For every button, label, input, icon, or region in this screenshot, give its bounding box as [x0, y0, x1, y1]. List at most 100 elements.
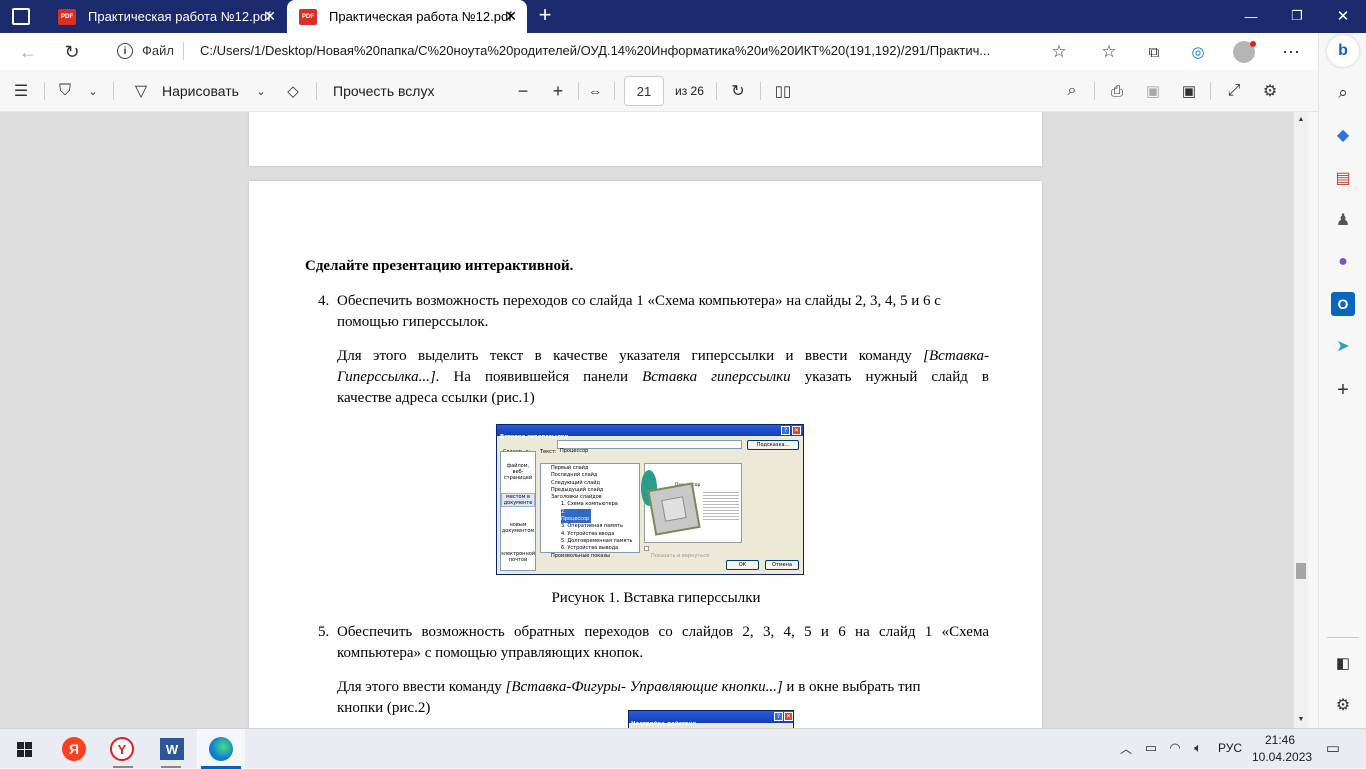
- figure-caption: Рисунок 1. Вставка гиперссылки: [551, 590, 761, 606]
- page-heading: Сделайте презентацию интерактивной.: [305, 258, 574, 274]
- draw-button[interactable]: Нарисовать: [162, 83, 239, 99]
- start-icon[interactable]: [0, 729, 48, 769]
- figure-hyperlink-dialog: Вставка гиперссылки ? ✕ Связать с: Текст…: [496, 424, 804, 575]
- tree-item: Последний слайд: [551, 472, 598, 479]
- search-icon[interactable]: ⌕: [1331, 81, 1355, 105]
- print-icon[interactable]: ⎙: [1106, 80, 1128, 102]
- tab-actions-icon[interactable]: [12, 8, 30, 25]
- tree-item-selected: 2. Процессор: [561, 508, 591, 524]
- volume-icon[interactable]: 🔈︎: [1189, 738, 1207, 758]
- bing-chat-icon[interactable]: b: [1327, 35, 1359, 67]
- office-icon[interactable]: ●: [1331, 250, 1355, 274]
- paragraph: Для этого ввести команду [Вставка-Фигуры…: [337, 679, 921, 695]
- word-icon[interactable]: W: [148, 729, 196, 769]
- paragraph: кнопки (рис.2): [337, 700, 431, 716]
- zoom-in-icon[interactable]: +: [547, 80, 569, 102]
- edge-sidebar: b ⌕ ◆ ▤ ♟ ● O ➤ + ◧ ⚙: [1318, 33, 1366, 728]
- back-icon[interactable]: ←: [16, 41, 40, 63]
- read-aloud-button[interactable]: Прочесть вслух: [333, 83, 434, 99]
- tree-item: 1. Схема компьютера: [561, 501, 618, 508]
- favorite-add-icon[interactable]: ☆: [1048, 41, 1070, 63]
- cancel-button: Отмена: [765, 560, 799, 570]
- chevron-up-icon[interactable]: ︿: [1117, 738, 1135, 758]
- yandex-icon[interactable]: Я: [50, 729, 98, 769]
- dialog-close-icon: ✕: [792, 426, 801, 435]
- collections-icon[interactable]: ⧉: [1143, 41, 1165, 63]
- dialog-help-icon: ?: [774, 712, 783, 721]
- tree-item: Следующий слайд: [551, 479, 600, 486]
- list-number: 4.: [318, 293, 330, 309]
- refresh-icon[interactable]: ↻: [60, 41, 84, 63]
- draw-icon[interactable]: ▽: [130, 80, 152, 102]
- add-sidebar-icon[interactable]: +: [1331, 378, 1355, 402]
- paragraph: качестве адреса ссылки (рис.1): [337, 390, 535, 406]
- url-input[interactable]: C:/Users/1/Desktop/Новая%20папка/C%20ноу…: [200, 43, 1042, 58]
- eraser-icon[interactable]: ◇: [282, 80, 304, 102]
- telegram-icon[interactable]: ➤: [1331, 334, 1355, 358]
- url-scheme: Файл: [142, 43, 174, 58]
- save-as-icon[interactable]: ▣: [1178, 80, 1200, 102]
- info-icon: i: [117, 43, 133, 59]
- favorites-icon[interactable]: ☆: [1098, 41, 1120, 63]
- tab-1[interactable]: PDF Практическая работа №12.pdf ✕: [46, 0, 286, 33]
- scroll-up-icon[interactable]: ▲: [1294, 112, 1308, 126]
- zoom-out-icon[interactable]: −: [512, 80, 534, 102]
- page-total: из 26: [675, 84, 704, 98]
- close-tab-icon[interactable]: ✕: [264, 8, 276, 25]
- contents-icon[interactable]: ☰: [10, 80, 32, 102]
- pdf-icon: PDF: [299, 8, 317, 25]
- list-item-text: Обеспечить возможность переходов со слай…: [337, 293, 941, 309]
- search-icon[interactable]: ⌕: [1061, 80, 1083, 102]
- close-tab-icon[interactable]: ✕: [505, 8, 517, 25]
- split-screen-icon[interactable]: ◧: [1331, 651, 1355, 675]
- tools-icon[interactable]: ▤: [1331, 166, 1355, 190]
- language-indicator[interactable]: РУС: [1218, 741, 1242, 755]
- page-number-input[interactable]: 21: [624, 76, 664, 106]
- more-icon[interactable]: ⋯: [1280, 41, 1302, 63]
- vertical-scrollbar[interactable]: ▲ ▼: [1294, 112, 1308, 728]
- hint-button: Подсказка...: [747, 440, 799, 450]
- edge-icon[interactable]: [197, 729, 245, 769]
- rotate-icon[interactable]: ↻: [727, 80, 749, 102]
- chevron-down-icon[interactable]: ⌄: [84, 80, 102, 102]
- wifi-icon[interactable]: ◠: [1166, 738, 1184, 758]
- address-bar: ← ↻ i Файл C:/Users/1/Desktop/Новая%20па…: [0, 33, 1318, 70]
- dialog-help-icon: ?: [781, 426, 790, 435]
- page-view-icon[interactable]: ▯▯: [772, 80, 794, 102]
- text-field: Процессор: [557, 440, 742, 454]
- battery-icon[interactable]: ▭: [1142, 738, 1160, 758]
- clock-time[interactable]: 21:46: [1252, 733, 1308, 747]
- yandex-browser-icon[interactable]: Y: [98, 729, 146, 769]
- pdf-viewer[interactable]: Сделайте презентацию интерактивной. 4. О…: [0, 112, 1294, 728]
- games-icon[interactable]: ♟: [1331, 208, 1355, 232]
- outlook-icon[interactable]: O: [1331, 292, 1355, 316]
- notifications-icon[interactable]: ▭: [1322, 738, 1344, 758]
- sidebar-settings-icon[interactable]: ⚙: [1331, 693, 1355, 717]
- dialog-title: Настройка действия: [631, 721, 697, 727]
- fullscreen-icon[interactable]: ⤢: [1223, 80, 1245, 102]
- place-tree: Первый слайд Последний слайд Следующий с…: [540, 463, 640, 559]
- tab-2[interactable]: PDF Практическая работа №12.pdf ✕: [287, 0, 527, 33]
- tab-title: Практическая работа №12.pdf: [329, 9, 512, 24]
- highlight-icon[interactable]: ⛉: [54, 80, 76, 102]
- shopping-icon[interactable]: ◆: [1331, 123, 1355, 147]
- settings-icon[interactable]: ⚙: [1259, 80, 1281, 102]
- edge-extension-icon[interactable]: ◎: [1187, 41, 1209, 63]
- save-icon[interactable]: ▣: [1142, 80, 1164, 102]
- figure-action-dialog: Настройка действия ? ✕: [628, 710, 794, 728]
- minimize-icon[interactable]: —: [1236, 6, 1266, 26]
- pdf-page-prev: [249, 112, 1042, 166]
- list-number: 5.: [318, 624, 330, 640]
- chevron-down-icon[interactable]: ⌄: [252, 80, 270, 102]
- place-item: местом в документе: [501, 493, 535, 507]
- list-item-text: Обеспечить возможность обратных переходо…: [337, 624, 989, 640]
- scroll-down-icon[interactable]: ▼: [1294, 712, 1308, 726]
- tab-bar: PDF Практическая работа №12.pdf ✕ PDF Пр…: [0, 0, 1366, 33]
- new-tab-icon[interactable]: +: [534, 2, 556, 27]
- fit-page-icon[interactable]: ⇔: [584, 80, 606, 102]
- close-window-icon[interactable]: ✕: [1328, 6, 1358, 26]
- clock-date[interactable]: 10.04.2023: [1252, 750, 1312, 764]
- restore-icon[interactable]: ❐: [1282, 6, 1312, 26]
- place-item: электронной почтой: [501, 551, 536, 563]
- scroll-thumb[interactable]: [1296, 563, 1306, 579]
